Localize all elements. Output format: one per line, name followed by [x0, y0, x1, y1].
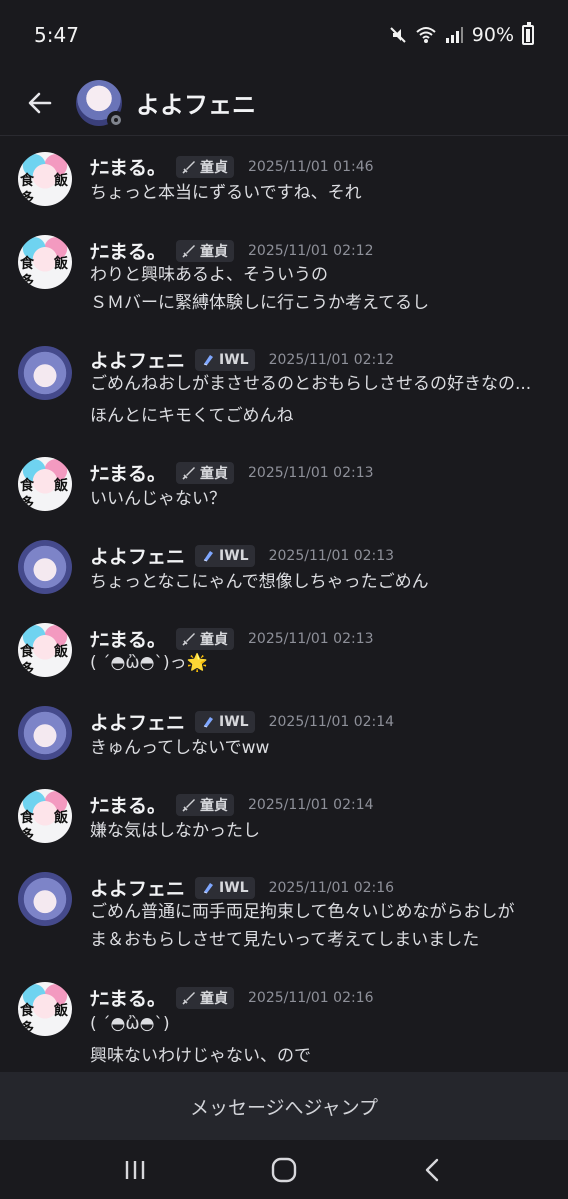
battery-icon [522, 22, 534, 45]
role-tag[interactable]: IWL [195, 876, 255, 899]
role-tag[interactable]: 童貞 [176, 239, 235, 262]
message-header: ﾅﾆまる。 童貞 2025/11/01 02:16 [90, 984, 374, 1011]
timestamp: 2025/11/01 02:12 [268, 351, 395, 368]
username[interactable]: よよフェニ [90, 708, 185, 735]
sword-icon [182, 798, 196, 812]
crystal-icon [203, 716, 214, 727]
timestamp: 2025/11/01 02:14 [268, 713, 395, 730]
message-content: ちょっと本当にずるいですね、それ [90, 183, 362, 203]
back-button[interactable] [20, 83, 60, 123]
role-tag[interactable]: 童貞 [176, 155, 235, 178]
message-content: ( ´◓ὢ◓`)っ🌟 [90, 653, 208, 673]
sword-icon [182, 991, 196, 1005]
sword-icon [182, 160, 196, 174]
username[interactable]: ﾅﾆまる。 [90, 625, 166, 652]
avatar[interactable]: 食 飯 多 [18, 152, 72, 206]
username[interactable]: よよフェニ [90, 874, 185, 901]
avatar[interactable]: 食 飯 多 [18, 235, 72, 289]
sword-icon [182, 244, 196, 258]
crystal-icon [203, 550, 214, 561]
recent-apps-button[interactable] [115, 1150, 155, 1190]
message-content: わりと興味あるよ、そういうの ＳＭバーに緊縛体験しに行こうか考えてるし [90, 265, 430, 313]
message-header: よよフェニ IWL 2025/11/01 02:16 [90, 874, 394, 901]
timestamp: 2025/11/01 02:12 [248, 242, 374, 259]
message-content: 嫌な気はしなかったし [90, 821, 260, 841]
timestamp: 2025/11/01 02:13 [268, 547, 395, 564]
username[interactable]: ﾅﾆまる。 [90, 237, 166, 264]
back-icon [426, 1158, 439, 1181]
timestamp: 2025/11/01 02:16 [248, 989, 374, 1006]
header-title[interactable]: よよフェニ [136, 85, 256, 120]
timestamp: 2025/11/01 02:13 [248, 630, 374, 647]
role-tag[interactable]: 童貞 [176, 793, 235, 816]
avatar[interactable]: 食 飯 多 [18, 457, 72, 511]
offline-status-icon [107, 110, 125, 129]
message-header: ﾅﾆまる。 童貞 2025/11/01 02:13 [90, 459, 374, 486]
avatar[interactable] [18, 706, 72, 760]
username[interactable]: ﾅﾆまる。 [90, 791, 166, 818]
message-header: ﾅﾆまる。 童貞 2025/11/01 02:12 [90, 237, 374, 264]
home-button[interactable] [264, 1150, 304, 1190]
timestamp: 2025/11/01 02:14 [248, 796, 374, 813]
message-content: きゅんってしないでww [90, 738, 270, 758]
message-content: ごめんねおしがまさせるのとおもらしさせるの好きなの... ほんとにキモくてごめん… [90, 374, 532, 426]
role-tag[interactable]: 童貞 [176, 986, 235, 1009]
message-header: ﾅﾆまる。 童貞 2025/11/01 01:46 [90, 153, 374, 180]
avatar[interactable] [18, 872, 72, 926]
header-avatar[interactable] [76, 79, 125, 129]
username[interactable]: ﾅﾆまる。 [90, 153, 166, 180]
status-time: 5:47 [34, 23, 79, 47]
role-tag[interactable]: 童貞 [176, 461, 235, 484]
role-tag[interactable]: 童貞 [176, 627, 235, 650]
sword-icon [182, 466, 196, 480]
status-bar: 5:47 90% [0, 0, 568, 70]
signal-icon [445, 27, 463, 43]
jump-label: メッセージへジャンプ [189, 1096, 379, 1119]
mute-icon [390, 27, 406, 43]
role-tag[interactable]: IWL [195, 710, 255, 733]
username[interactable]: ﾅﾆまる。 [90, 984, 166, 1011]
crystal-icon [203, 882, 214, 893]
timestamp: 2025/11/01 02:13 [248, 464, 374, 481]
message-list[interactable]: 食 飯 多 ﾅﾆまる。 童貞 2025/11/01 01:46 ちょっと本当にず… [0, 137, 568, 1072]
system-nav-bar [0, 1140, 568, 1199]
recent-apps-icon [125, 1160, 144, 1179]
sword-icon [182, 632, 196, 646]
message-header: よよフェニ IWL 2025/11/01 02:14 [90, 708, 394, 735]
avatar[interactable] [18, 540, 72, 594]
timestamp: 2025/11/01 02:16 [268, 879, 395, 896]
jump-to-message-button[interactable]: メッセージへジャンプ [0, 1072, 568, 1140]
system-back-button[interactable] [413, 1150, 453, 1190]
message-header: ﾅﾆまる。 童貞 2025/11/01 02:14 [90, 791, 374, 818]
message-header: よよフェニ IWL 2025/11/01 02:13 [90, 542, 394, 569]
channel-header: よよフェニ [0, 70, 568, 136]
battery-percent: 90% [471, 24, 514, 46]
role-tag[interactable]: IWL [195, 544, 255, 567]
wifi-icon [416, 27, 436, 43]
message-content: ( ´◓ὢ◓`) 興味ないわけじゃない、ので [90, 1014, 311, 1066]
crystal-icon [203, 354, 214, 365]
timestamp: 2025/11/01 01:46 [248, 158, 374, 175]
avatar[interactable]: 食 飯 多 [18, 982, 72, 1036]
username[interactable]: よよフェニ [90, 542, 185, 569]
avatar[interactable]: 食 飯 多 [18, 623, 72, 677]
avatar[interactable]: 食 飯 多 [18, 789, 72, 843]
username[interactable]: ﾅﾆまる。 [90, 459, 166, 486]
home-icon [271, 1157, 297, 1182]
message-content: いいんじゃない？ [90, 489, 226, 509]
status-icons: 90% [388, 22, 534, 46]
avatar[interactable] [18, 346, 72, 400]
message-content: ごめん普通に両手両足拘束して色々いじめながらおしが ま＆おもらしさせて見たいって… [90, 902, 515, 950]
message-header: ﾅﾆまる。 童貞 2025/11/01 02:13 [90, 625, 374, 652]
message-content: ちょっとなこにゃんで想像しちゃったごめん [90, 572, 429, 592]
back-arrow-icon [28, 92, 52, 113]
